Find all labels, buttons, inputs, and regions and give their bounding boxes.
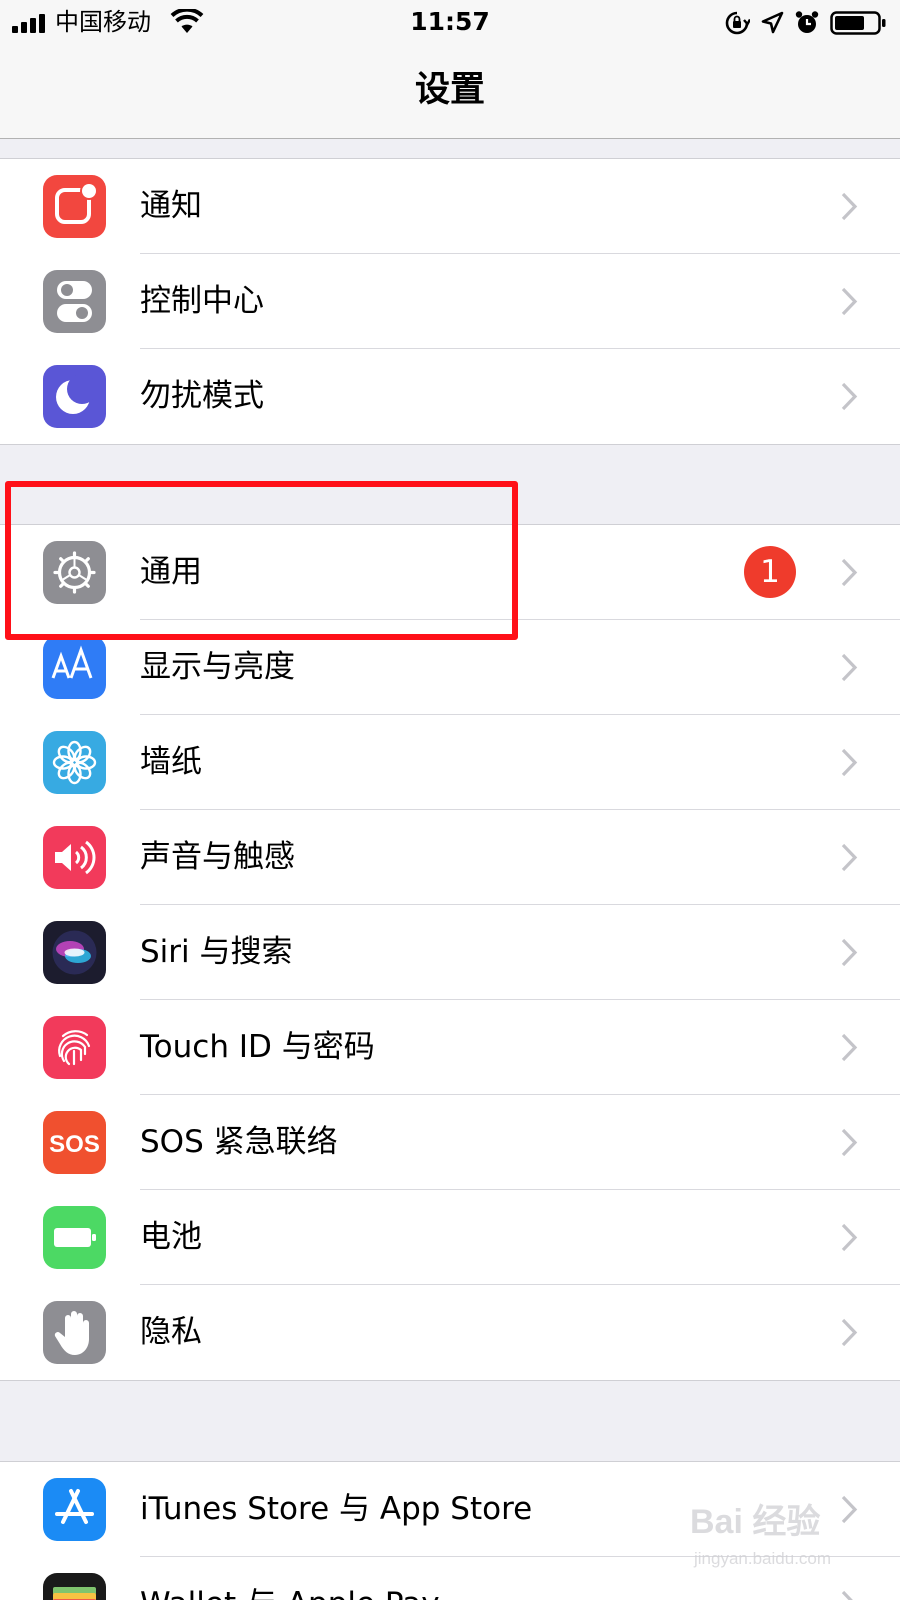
chevron-right-icon [841, 1128, 858, 1157]
orientation-lock-icon [725, 11, 750, 35]
settings-row-label: 隐私 [140, 1314, 202, 1350]
speaker-icon [43, 826, 106, 889]
page-title: 设置 [414, 70, 485, 110]
control-center-icon [43, 270, 106, 333]
notifications-icon [43, 175, 106, 238]
siri-icon [43, 921, 106, 984]
settings-row-label: 墙纸 [140, 744, 202, 780]
settings-row-privacy[interactable]: 隐私 [0, 1285, 900, 1380]
settings-row-siri-search[interactable]: Siri 与搜索 [0, 905, 900, 1000]
gear-icon [43, 541, 106, 604]
settings-row-label: SOS 紧急联络 [140, 1124, 338, 1160]
settings-row-label: 控制中心 [140, 283, 264, 319]
status-bar: 中国移动 11:57 [0, 0, 900, 45]
chevron-right-icon [841, 192, 858, 221]
settings-row-label: 通用 [140, 554, 202, 590]
display-brightness-icon [43, 636, 106, 699]
sos-icon: SOS [43, 1111, 106, 1174]
settings-row-label: 声音与触感 [140, 839, 295, 875]
settings-row-label: 通知 [140, 188, 202, 224]
settings-row-do-not-disturb[interactable]: 勿扰模式 [0, 349, 900, 444]
chevron-right-icon [841, 558, 858, 587]
settings-row-display-brightness[interactable]: 显示与亮度 [0, 620, 900, 715]
settings-row-label: Touch ID 与密码 [140, 1029, 375, 1065]
settings-row-sounds-haptics[interactable]: 声音与触感 [0, 810, 900, 905]
chevron-right-icon [841, 653, 858, 682]
settings-row-wallpaper[interactable]: 墙纸 [0, 715, 900, 810]
location-arrow-icon [761, 11, 784, 34]
watermark-url: jingyan.baidu.com [694, 1549, 832, 1568]
app-store-icon [43, 1478, 106, 1541]
settings-row-label: 显示与亮度 [140, 649, 295, 685]
chevron-right-icon [841, 1033, 858, 1062]
settings-row-label: 勿扰模式 [140, 378, 264, 414]
fingerprint-icon [43, 1016, 106, 1079]
wallet-icon [43, 1573, 106, 1600]
hand-icon [43, 1301, 106, 1364]
settings-row-label: 电池 [140, 1219, 202, 1255]
svg-text:SOS: SOS [49, 1131, 100, 1158]
settings-row-label: Siri 与搜索 [140, 934, 293, 970]
chevron-right-icon [841, 1318, 858, 1347]
battery-icon [43, 1206, 106, 1269]
alarm-icon [795, 11, 819, 33]
watermark: Bai 经验 jingyan.baidu.com [690, 1500, 890, 1590]
chevron-right-icon [841, 748, 858, 777]
navigation-bar: 设置 [0, 45, 900, 139]
chevron-right-icon [841, 382, 858, 411]
chevron-right-icon [841, 843, 858, 872]
settings-group-2: 通用 1 显示与亮度 墙纸 声音与触感 Siri 与搜索 Touch ID 与密… [0, 524, 900, 1381]
settings-row-emergency-sos[interactable]: SOS SOS 紧急联络 [0, 1095, 900, 1190]
settings-row-general[interactable]: 通用 1 [0, 525, 900, 620]
settings-row-label: iTunes Store 与 App Store [140, 1491, 533, 1527]
settings-row-touch-id[interactable]: Touch ID 与密码 [0, 1000, 900, 1095]
settings-group-1: 通知 控制中心 勿扰模式 [0, 158, 900, 445]
battery-status-icon [830, 11, 886, 35]
chevron-right-icon [841, 287, 858, 316]
settings-row-label: Wallet 与 Apple Pay [140, 1583, 440, 1600]
settings-row-battery[interactable]: 电池 [0, 1190, 900, 1285]
moon-icon [43, 365, 106, 428]
watermark-logo: Bai 经验 [690, 1503, 821, 1541]
settings-row-notifications[interactable]: 通知 [0, 159, 900, 254]
settings-row-control-center[interactable]: 控制中心 [0, 254, 900, 349]
chevron-right-icon [841, 1223, 858, 1252]
update-count-badge: 1 [744, 546, 796, 598]
chevron-right-icon [841, 938, 858, 967]
chevron-right-icon [841, 1590, 853, 1600]
flower-icon [43, 731, 106, 794]
